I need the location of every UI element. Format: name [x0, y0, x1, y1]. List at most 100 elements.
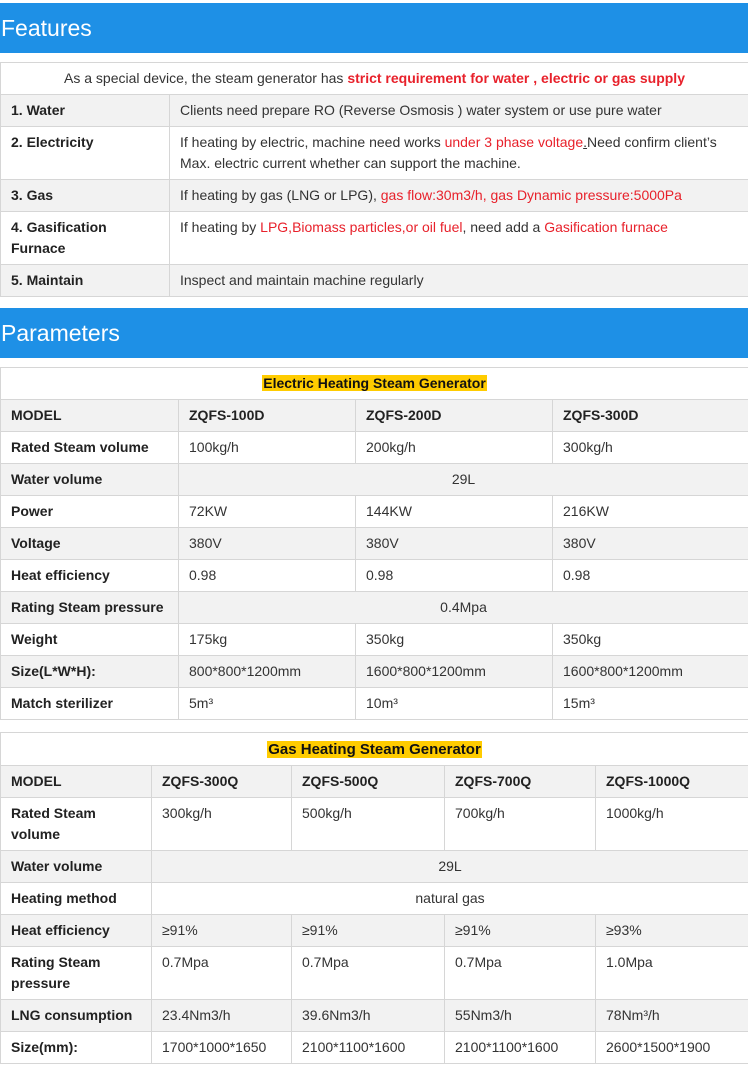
gas-eff-3: ≥91% — [444, 914, 596, 947]
table-row: Heat efficiency 0.98 0.98 0.98 — [0, 559, 748, 592]
electric-size-1: 800*800*1200mm — [178, 655, 356, 688]
table-row: MODEL ZQFS-100D ZQFS-200D ZQFS-300D — [0, 399, 748, 432]
feature-text-maintain: Inspect and maintain machine regularly — [168, 264, 748, 297]
electric-weight-2: 350kg — [355, 623, 553, 656]
table-row: 3. Gas If heating by gas (LNG or LPG), g… — [0, 179, 748, 212]
gas-pressure-2: 0.7Mpa — [291, 946, 445, 1000]
table-row: 2. Electricity If heating by electric, m… — [0, 126, 748, 180]
gas-size-2: 2100*1100*1600 — [291, 1031, 445, 1064]
table-row: MODEL ZQFS-300Q ZQFS-500Q ZQFS-700Q ZQFS… — [0, 765, 748, 798]
parameters-title: Parameters — [0, 308, 748, 358]
electric-eff-label: Heat efficiency — [0, 559, 179, 592]
electric-power-2: 144KW — [355, 495, 553, 528]
electric-voltage-3: 380V — [551, 527, 748, 560]
table-row: Heat efficiency ≥91% ≥91% ≥91% ≥93% — [0, 914, 748, 947]
electric-rated-2: 200kg/h — [355, 431, 553, 464]
table-row: Water volume 29L — [0, 463, 748, 496]
electric-rated-label: Rated Steam volume — [0, 431, 179, 464]
gas-rated-1: 300kg/h — [151, 797, 292, 851]
feature-text-gasification: If heating by LPG,Biomass particles,or o… — [168, 211, 748, 265]
gas-model-1: ZQFS-300Q — [151, 765, 292, 798]
electric-steril-1: 5m³ — [178, 687, 356, 720]
gas-text-a: If heating by gas (LNG or LPG), — [180, 187, 381, 203]
table-row: Voltage 380V 380V 380V — [0, 527, 748, 560]
electric-rated-1: 100kg/h — [178, 431, 356, 464]
gas-model-2: ZQFS-500Q — [291, 765, 445, 798]
features-intro: As a special device, the steam generator… — [0, 62, 748, 95]
gas-size-3: 2100*1100*1600 — [444, 1031, 596, 1064]
electric-water-value: 29L — [177, 463, 748, 496]
feature-label-maintain: 5. Maintain — [0, 264, 170, 297]
gas-rated-2: 500kg/h — [291, 797, 445, 851]
electric-model-3: ZQFS-300D — [551, 399, 748, 432]
gas-pressure-4: 1.0Mpa — [594, 946, 748, 1000]
features-intro-highlight: strict requirement for water , electric … — [347, 70, 685, 86]
electric-eff-3: 0.98 — [551, 559, 748, 592]
electricity-text-red: under 3 phase voltage — [444, 134, 584, 150]
electric-size-2: 1600*800*1200mm — [355, 655, 553, 688]
electricity-text-a: If heating by electric, machine need wor… — [180, 134, 445, 150]
table-row: LNG consumption 23.4Nm3/h 39.6Nm3/h 55Nm… — [0, 999, 748, 1032]
gas-text-red: gas flow:30m3/h, gas Dynamic pressure:50… — [380, 187, 682, 203]
electric-eff-1: 0.98 — [178, 559, 356, 592]
electric-model-1: ZQFS-100D — [178, 399, 356, 432]
table-row: Match sterilizer 5m³ 10m³ 15m³ — [0, 687, 748, 720]
gas-lng-2: 39.6Nm3/h — [291, 999, 445, 1032]
table-row: Rated Steam volume 300kg/h 500kg/h 700kg… — [0, 797, 748, 851]
electric-power-3: 216KW — [551, 495, 748, 528]
electric-water-label: Water volume — [0, 463, 179, 496]
gasification-text-a: If heating by — [180, 219, 261, 235]
table-row: Rating Steam pressure 0.4Mpa — [0, 591, 748, 624]
table-row: Rated Steam volume 100kg/h 200kg/h 300kg… — [0, 431, 748, 464]
gas-lng-3: 55Nm3/h — [444, 999, 596, 1032]
electric-pressure-label: Rating Steam pressure — [0, 591, 179, 624]
features-intro-row: As a special device, the steam generator… — [0, 62, 748, 95]
features-intro-prefix: As a special device, the steam generator… — [64, 70, 348, 86]
gas-rated-4: 1000kg/h — [594, 797, 748, 851]
table-row: 5. Maintain Inspect and maintain machine… — [0, 264, 748, 297]
electric-eff-2: 0.98 — [355, 559, 553, 592]
gas-model-3: ZQFS-700Q — [444, 765, 596, 798]
gas-lng-label: LNG consumption — [0, 999, 152, 1032]
feature-label-electricity: 2. Electricity — [0, 126, 170, 180]
gas-title-row: Gas Heating Steam Generator — [0, 732, 748, 766]
electric-model-2: ZQFS-200D — [355, 399, 553, 432]
gas-eff-4: ≥93% — [594, 914, 748, 947]
gas-water-value: 29L — [150, 850, 748, 883]
feature-label-water: 1. Water — [0, 94, 170, 127]
gas-title-text: Gas Heating Steam Generator — [267, 740, 482, 758]
electric-power-label: Power — [0, 495, 179, 528]
gas-model-label: MODEL — [0, 765, 152, 798]
gas-pressure-label: Rating Steam pressure — [0, 946, 152, 1000]
feature-text-gas: If heating by gas (LNG or LPG), gas flow… — [168, 179, 748, 212]
electric-weight-1: 175kg — [178, 623, 356, 656]
electric-steril-2: 10m³ — [355, 687, 553, 720]
gas-size-1: 1700*1000*1650 — [151, 1031, 292, 1064]
gas-model-4: ZQFS-1000Q — [594, 765, 748, 798]
electric-voltage-1: 380V — [178, 527, 356, 560]
electric-table-title: Electric Heating Steam Generator — [0, 367, 748, 400]
gas-size-label: Size(mm): — [0, 1031, 152, 1064]
gas-method-value: natural gas — [150, 882, 748, 915]
electric-title-text: Electric Heating Steam Generator — [262, 375, 487, 391]
table-row: Size(L*W*H): 800*800*1200mm 1600*800*120… — [0, 655, 748, 688]
gasification-text-b: , need add a — [462, 219, 545, 235]
electric-table: Electric Heating Steam Generator MODEL Z… — [0, 367, 748, 720]
feature-text-water: Clients need prepare RO (Reverse Osmosis… — [168, 94, 748, 127]
feature-label-gas: 3. Gas — [0, 179, 170, 212]
feature-label-gasification: 4. Gasification Furnace — [0, 211, 170, 265]
table-row: 4. Gasification Furnace If heating by LP… — [0, 211, 748, 265]
electric-title-row: Electric Heating Steam Generator — [0, 367, 748, 400]
table-row: 1. Water Clients need prepare RO (Revers… — [0, 94, 748, 127]
table-row: Heating method natural gas — [0, 882, 748, 915]
feature-text-electricity: If heating by electric, machine need wor… — [168, 126, 748, 180]
table-row: Power 72KW 144KW 216KW — [0, 495, 748, 528]
features-table: As a special device, the steam generator… — [0, 62, 748, 297]
gas-size-4: 2600*1500*1900 — [594, 1031, 748, 1064]
electric-voltage-label: Voltage — [0, 527, 179, 560]
electric-size-3: 1600*800*1200mm — [551, 655, 748, 688]
table-row: Water volume 29L — [0, 850, 748, 883]
electric-weight-3: 350kg — [551, 623, 748, 656]
features-title: Features — [0, 3, 748, 53]
electric-model-label: MODEL — [0, 399, 179, 432]
